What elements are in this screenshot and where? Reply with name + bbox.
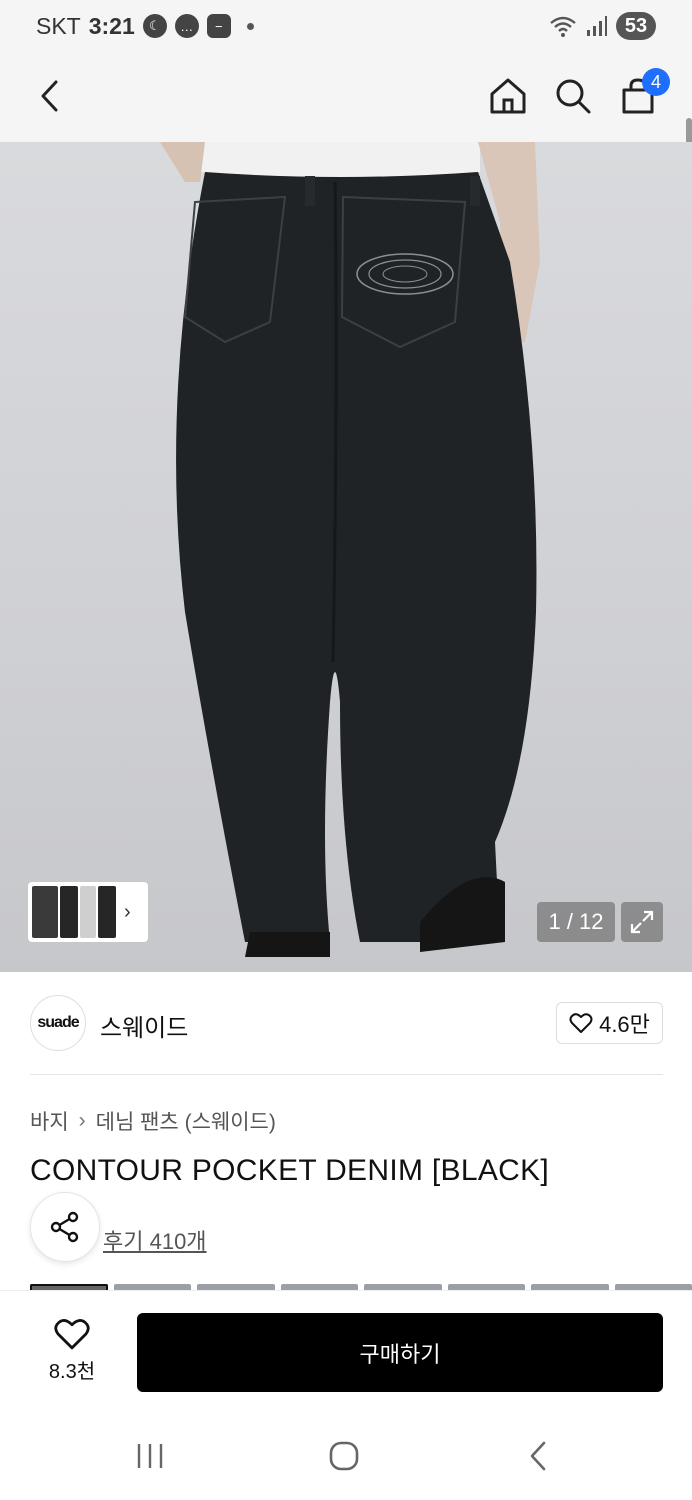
battery-indicator: 53 <box>616 12 656 40</box>
page-counter: 1 / 12 <box>537 902 615 942</box>
home-circle-icon <box>329 1441 359 1471</box>
status-left: SKT 3:21 ☾ … − <box>36 13 254 40</box>
recent-apps-button[interactable] <box>130 1440 170 1472</box>
chevron-right-icon: › <box>124 900 131 923</box>
status-bar: SKT 3:21 ☾ … − 53 <box>0 0 692 52</box>
wishlist-button[interactable]: 8.3천 <box>40 1317 104 1384</box>
chevron-right-icon: › <box>78 1109 86 1132</box>
message-icon: … <box>174 14 199 38</box>
breadcrumb-item[interactable]: 데님 팬츠 (스웨이드) <box>96 1106 276 1136</box>
chevron-left-icon <box>530 1441 546 1471</box>
search-button[interactable] <box>549 72 597 120</box>
share-icon <box>50 1211 79 1243</box>
thumbnail-strip[interactable]: › <box>28 882 148 942</box>
home-icon <box>490 78 526 114</box>
status-time: 3:21 <box>88 12 135 39</box>
notification-dot-icon <box>246 22 254 30</box>
search-icon <box>556 79 591 114</box>
divider <box>30 1074 663 1075</box>
thumbnail-image <box>98 886 116 938</box>
signal-icon <box>587 16 607 36</box>
wishlist-count: 8.3천 <box>48 1361 96 1383</box>
top-nav: 4 <box>0 52 692 184</box>
share-button[interactable] <box>30 1192 100 1262</box>
breadcrumb-item[interactable]: 바지 <box>30 1106 69 1136</box>
brand-like-count: 4.6만 <box>599 1012 650 1037</box>
thumbnail-image <box>32 886 58 938</box>
minus-icon: − <box>206 14 231 38</box>
brand-row: suade 스웨이드 4.6만 <box>0 972 692 1074</box>
cart-button[interactable]: 4 <box>614 68 670 120</box>
brand-logo[interactable]: suade <box>30 995 86 1051</box>
heart-icon <box>54 1319 90 1350</box>
brand-like-button[interactable]: 4.6만 <box>556 1002 663 1044</box>
product-image <box>160 142 540 957</box>
bottom-purchase-bar: 8.3천 구매하기 <box>0 1290 692 1412</box>
product-image-carousel[interactable]: › 1 / 12 <box>0 142 692 972</box>
status-carrier: SKT <box>36 12 81 39</box>
chevron-left-icon <box>41 80 58 112</box>
home-button[interactable] <box>484 72 532 120</box>
do-not-disturb-icon: ☾ <box>142 14 167 38</box>
brand-name[interactable]: 스웨이드 <box>100 1008 188 1043</box>
back-system-button[interactable] <box>518 1440 558 1472</box>
expand-button[interactable] <box>621 902 663 942</box>
system-navigation-bar <box>0 1412 692 1500</box>
expand-icon <box>630 910 654 934</box>
home-system-button[interactable] <box>324 1440 364 1472</box>
product-title: CONTOUR POCKET DENIM [BLACK] <box>30 1154 550 1187</box>
thumbnail-image <box>80 886 96 938</box>
wifi-icon <box>550 16 576 37</box>
thumbnail-image <box>60 886 78 938</box>
cart-badge: 4 <box>642 68 670 96</box>
buy-button[interactable]: 구매하기 <box>137 1313 663 1392</box>
heart-icon <box>569 1013 593 1033</box>
back-button[interactable] <box>26 72 74 120</box>
breadcrumb: 바지 › 데님 팬츠 (스웨이드) <box>30 1106 276 1136</box>
status-right: 53 <box>548 12 656 40</box>
recent-apps-icon <box>137 1444 163 1468</box>
review-link[interactable]: 후기 410개 <box>103 1224 207 1256</box>
